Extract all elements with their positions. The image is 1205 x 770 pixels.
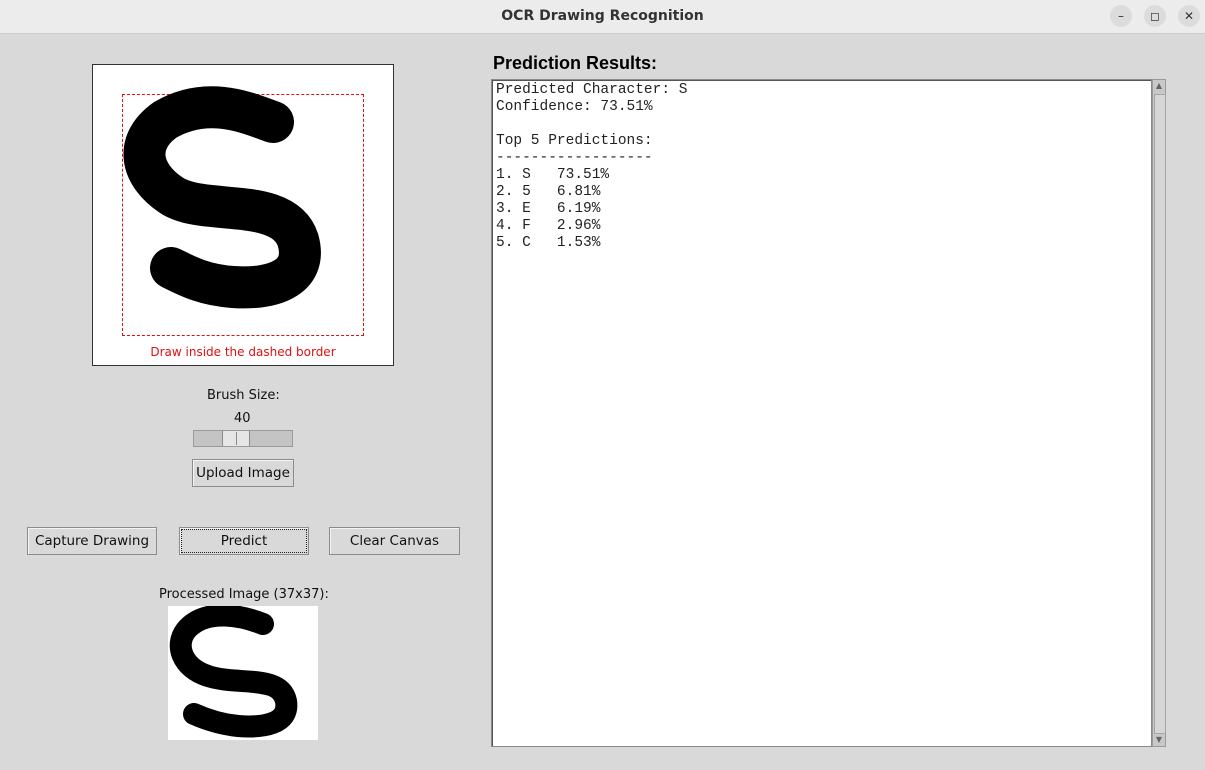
brush-size-value: 40 [234,411,251,426]
scroll-down-icon[interactable]: ▼ [1154,734,1164,746]
prediction-row: 3. E 6.19% [496,201,601,217]
predict-button[interactable]: Predict [179,527,309,555]
processed-image [168,606,318,740]
predicted-line: Predicted Character: S [496,82,688,98]
prediction-row: 4. F 2.96% [496,218,601,234]
prediction-row: 2. 5 6.81% [496,184,601,200]
canvas-hint: Draw inside the dashed border [150,345,336,359]
prediction-results-title: Prediction Results: [493,53,658,73]
processed-image-label: Processed Image (37x37): [159,587,329,602]
title-bar: OCR Drawing Recognition – ◻ ✕ [0,0,1205,34]
upload-image-button[interactable]: Upload Image [192,459,294,487]
prediction-row: 5. C 1.53% [496,235,601,251]
close-icon[interactable]: ✕ [1178,5,1200,27]
scrollbar-thumb[interactable] [1154,94,1166,734]
brush-size-slider[interactable] [193,430,293,447]
slider-handle[interactable] [222,431,250,446]
confidence-line: Confidence: 73.51% [496,99,653,115]
clear-canvas-button[interactable]: Clear Canvas [329,527,460,555]
drawing-canvas[interactable]: Draw inside the dashed border [92,64,394,366]
minimize-icon[interactable]: – [1110,5,1132,27]
divider-line: ------------------ [496,150,653,166]
scroll-up-icon[interactable]: ▲ [1154,80,1164,92]
results-text: Predicted Character: S Confidence: 73.51%… [496,82,687,252]
results-text-area[interactable]: Predicted Character: S Confidence: 73.51%… [491,79,1152,747]
top5-header: Top 5 Predictions: [496,133,653,149]
capture-drawing-button[interactable]: Capture Drawing [27,527,157,555]
prediction-row: 1. S 73.51% [496,167,610,183]
window-title: OCR Drawing Recognition [501,8,704,24]
results-scrollbar[interactable]: ▲ ▼ [1152,79,1166,747]
restore-icon[interactable]: ◻ [1144,5,1166,27]
brush-size-label: Brush Size: [207,388,280,403]
drawn-stroke [123,86,321,309]
